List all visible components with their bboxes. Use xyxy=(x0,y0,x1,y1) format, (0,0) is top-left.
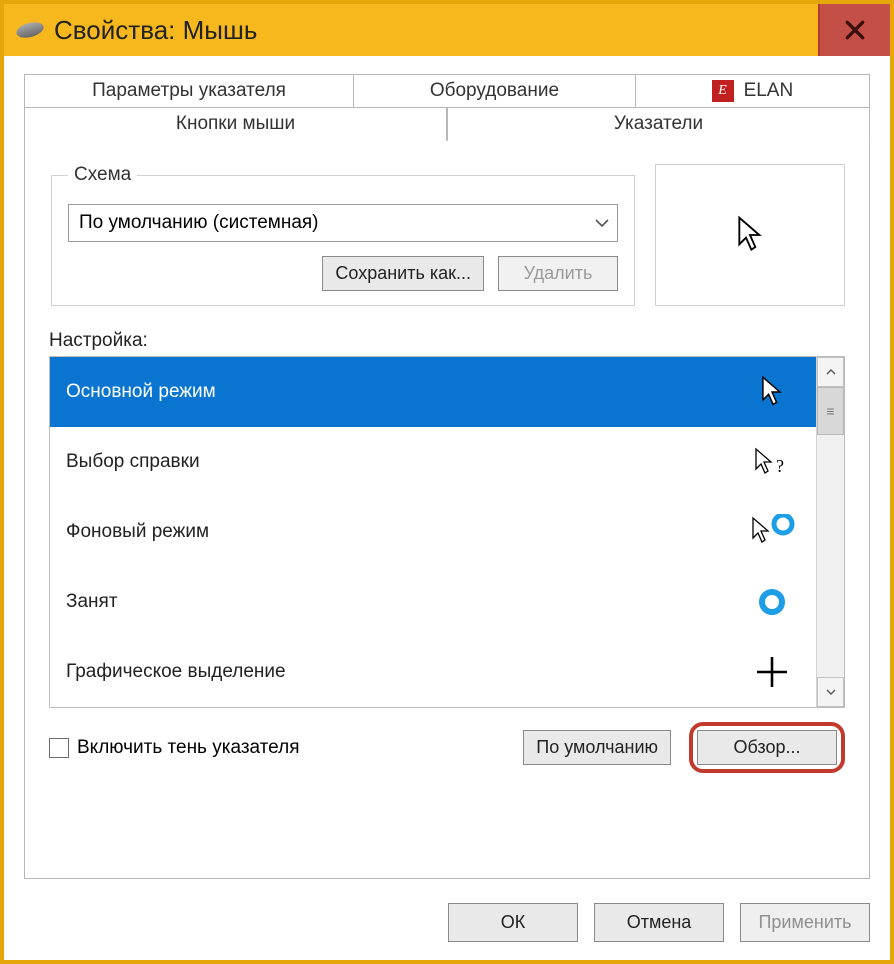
list-item[interactable]: Графическое выделение xyxy=(50,637,816,707)
list-item[interactable]: Выбор справки ? xyxy=(50,427,816,497)
mouse-properties-window: Свойства: Мышь Параметры указателя Обору… xyxy=(0,0,894,964)
scroll-thumb[interactable] xyxy=(817,387,844,435)
scroll-up-button[interactable] xyxy=(817,357,844,387)
tab-elan[interactable]: E ELAN xyxy=(636,74,870,107)
chevron-up-icon xyxy=(826,368,836,376)
ok-button[interactable]: ОК xyxy=(448,903,578,942)
apply-button[interactable]: Применить xyxy=(740,903,870,942)
elan-icon: E xyxy=(712,80,734,102)
client-area: Параметры указателя Оборудование E ELAN … xyxy=(4,56,890,889)
tab-mouse-buttons[interactable]: Кнопки мыши xyxy=(24,107,447,141)
checkbox-icon xyxy=(49,738,69,758)
chevron-down-icon xyxy=(595,218,609,228)
cursor-busy-icon xyxy=(746,587,798,617)
cursor-help-icon: ? xyxy=(746,445,798,479)
tab-pointers[interactable]: Указатели xyxy=(447,107,870,141)
list-item-label: Занят xyxy=(66,591,118,613)
dialog-buttons: ОК Отмена Применить xyxy=(4,889,890,960)
list-item[interactable]: Занят xyxy=(50,567,816,637)
save-as-button[interactable]: Сохранить как... xyxy=(322,256,484,291)
scroll-down-button[interactable] xyxy=(817,677,844,707)
list-item-label: Выбор справки xyxy=(66,451,200,473)
cursor-precision-icon xyxy=(746,655,798,689)
close-button[interactable] xyxy=(818,4,890,56)
cancel-button[interactable]: Отмена xyxy=(594,903,724,942)
pointers-panel: Схема По умолчанию (системная) Сохранить… xyxy=(24,140,870,879)
list-item-label: Графическое выделение xyxy=(66,661,286,683)
checkbox-label: Включить тень указателя xyxy=(77,737,299,759)
enable-shadow-checkbox[interactable]: Включить тень указателя xyxy=(49,737,299,759)
list-item[interactable]: Фоновый режим xyxy=(50,497,816,567)
window-title: Свойства: Мышь xyxy=(54,15,257,46)
tab-elan-label: ELAN xyxy=(744,80,794,102)
list-item-label: Основной режим xyxy=(66,381,216,403)
arrow-cursor-icon xyxy=(732,215,768,255)
delete-button[interactable]: Удалить xyxy=(498,256,618,291)
scheme-selected: По умолчанию (системная) xyxy=(79,212,319,234)
cursor-listbox: Основной режим Выбор справки ? xyxy=(49,356,845,708)
customize-label: Настройка: xyxy=(49,330,845,352)
scroll-track[interactable] xyxy=(817,387,844,677)
scheme-group: Схема По умолчанию (системная) Сохранить… xyxy=(51,164,635,306)
list-item-label: Фоновый режим xyxy=(66,521,209,543)
scheme-dropdown[interactable]: По умолчанию (системная) xyxy=(68,204,618,242)
default-button[interactable]: По умолчанию xyxy=(523,730,671,765)
scrollbar[interactable] xyxy=(816,357,844,707)
tabs: Параметры указателя Оборудование E ELAN … xyxy=(24,74,870,141)
browse-highlight: Обзор... xyxy=(689,722,845,773)
cursor-preview xyxy=(655,164,845,306)
chevron-down-icon xyxy=(826,688,836,696)
tab-pointer-options[interactable]: Параметры указателя xyxy=(24,74,354,107)
browse-button[interactable]: Обзор... xyxy=(697,730,837,765)
cursor-working-icon xyxy=(746,514,798,550)
list-item[interactable]: Основной режим xyxy=(50,357,816,427)
close-icon xyxy=(844,19,866,41)
titlebar: Свойства: Мышь xyxy=(4,4,890,56)
scheme-legend: Схема xyxy=(68,164,137,186)
tab-hardware[interactable]: Оборудование xyxy=(354,74,636,107)
mouse-icon xyxy=(15,20,46,41)
cursor-normal-icon xyxy=(746,375,798,409)
svg-text:?: ? xyxy=(776,456,784,476)
